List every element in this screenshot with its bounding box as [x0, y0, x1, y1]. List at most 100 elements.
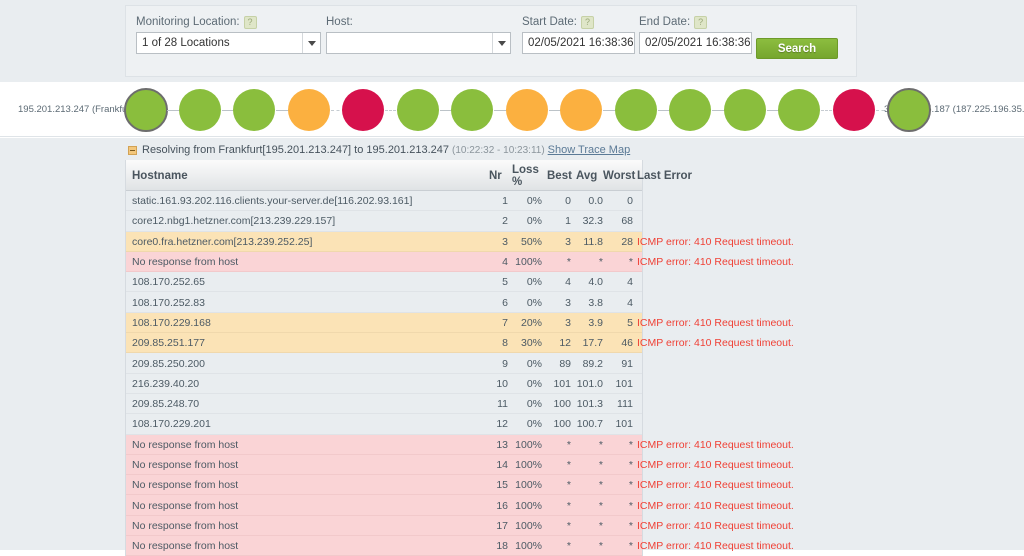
cell-best: 100 — [547, 414, 571, 434]
resolve-time-range: (10:22:32 - 10:23:11) — [452, 145, 545, 156]
cell-nr: 10 — [486, 374, 508, 394]
trace-node-green[interactable] — [397, 89, 439, 131]
cell-avg: 0.0 — [575, 191, 603, 211]
trace-node-red[interactable] — [833, 89, 875, 131]
column-header-last-error[interactable]: Last Error — [637, 160, 757, 191]
cell-avg: * — [575, 495, 603, 515]
search-panel: Monitoring Location: 1 of 28 Locations H… — [125, 5, 857, 77]
cell-avg: 3.9 — [575, 313, 603, 333]
cell-loss: 0% — [512, 353, 542, 373]
cell-hostname: static.161.93.202.116.clients.your-serve… — [132, 191, 362, 211]
start-date-value: 02/05/2021 16:38:36 — [528, 37, 634, 49]
cell-best: * — [547, 536, 571, 556]
cell-best: * — [547, 475, 571, 495]
cell-best: 4 — [547, 272, 571, 292]
cell-nr: 6 — [486, 292, 508, 312]
cell-last-error: ICMP error: 410 Request timeout. — [637, 333, 782, 353]
trace-node-green[interactable] — [669, 89, 711, 131]
chevron-down-icon[interactable] — [302, 33, 320, 53]
search-button[interactable]: Search — [756, 38, 838, 59]
table-row[interactable]: core0.fra.hetzner.com[213.239.252.25]350… — [126, 232, 642, 252]
chevron-down-icon[interactable] — [492, 33, 510, 53]
trace-node-green[interactable] — [724, 89, 766, 131]
cell-avg: 100.7 — [575, 414, 603, 434]
column-header-worst[interactable]: Worst — [603, 160, 639, 191]
table-row[interactable]: static.161.93.202.116.clients.your-serve… — [126, 191, 642, 211]
table-row[interactable]: No response from host14100%***ICMP error… — [126, 455, 642, 475]
table-row[interactable]: No response from host15100%***ICMP error… — [126, 475, 642, 495]
minus-box-icon[interactable] — [128, 146, 137, 155]
start-date-label-text: Start Date: — [522, 16, 577, 28]
start-date-input[interactable]: 02/05/2021 16:38:36 — [522, 32, 635, 54]
table-row[interactable]: 216.239.40.20100%101101.0101 — [126, 374, 642, 394]
cell-nr: 3 — [486, 232, 508, 252]
table-row[interactable]: core12.nbg1.hetzner.com[213.239.229.157]… — [126, 211, 642, 231]
cell-worst: 0 — [607, 191, 633, 211]
table-row[interactable]: 209.85.250.20090%8989.291 — [126, 353, 642, 373]
cell-last-error — [637, 292, 782, 312]
top-toolbar-zone: Monitoring Location: 1 of 28 Locations H… — [0, 0, 1024, 82]
table-row[interactable]: 209.85.251.177830%1217.746ICMP error: 41… — [126, 333, 642, 353]
table-row[interactable]: 108.170.252.6550%44.04 — [126, 272, 642, 292]
cell-avg: * — [575, 455, 603, 475]
cell-loss: 0% — [512, 191, 542, 211]
table-row[interactable]: No response from host17100%***ICMP error… — [126, 516, 642, 536]
cell-last-error: ICMP error: 410 Request timeout. — [637, 232, 782, 252]
end-date-input[interactable]: 02/05/2021 16:38:36 — [639, 32, 752, 54]
trace-node-green[interactable] — [615, 89, 657, 131]
trace-node-green[interactable] — [124, 88, 168, 132]
cell-hostname: No response from host — [132, 516, 362, 536]
cell-nr: 5 — [486, 272, 508, 292]
table-row[interactable]: No response from host4100%***ICMP error:… — [126, 252, 642, 272]
monitoring-location-select[interactable]: 1 of 28 Locations — [136, 32, 321, 54]
cell-worst: 46 — [607, 333, 633, 353]
trace-node-green[interactable] — [451, 89, 493, 131]
table-row[interactable]: No response from host18100%***ICMP error… — [126, 536, 642, 556]
cell-nr: 16 — [486, 495, 508, 515]
trace-node-orange[interactable] — [506, 89, 548, 131]
host-select[interactable] — [326, 32, 511, 54]
trace-node-green[interactable] — [233, 89, 275, 131]
trace-node-green[interactable] — [778, 89, 820, 131]
cell-loss: 100% — [512, 475, 542, 495]
help-icon[interactable] — [581, 16, 594, 29]
cell-worst: * — [607, 516, 633, 536]
help-icon[interactable] — [694, 16, 707, 29]
cell-best: * — [547, 435, 571, 455]
cell-hostname: 209.85.250.200 — [132, 353, 362, 373]
help-icon[interactable] — [244, 16, 257, 29]
cell-hostname: core12.nbg1.hetzner.com[213.239.229.157] — [132, 211, 362, 231]
column-header-loss[interactable]: Loss % — [512, 160, 552, 191]
show-trace-map-link[interactable]: Show Trace Map — [548, 144, 631, 156]
table-row[interactable]: 209.85.248.70110%100101.3111 — [126, 394, 642, 414]
cell-avg: 32.3 — [575, 211, 603, 231]
cell-loss: 100% — [512, 252, 542, 272]
cell-avg: * — [575, 435, 603, 455]
trace-node-green[interactable] — [887, 88, 931, 132]
table-row[interactable]: No response from host13100%***ICMP error… — [126, 435, 642, 455]
cell-hostname: 209.85.251.177 — [132, 333, 362, 353]
cell-last-error — [637, 211, 782, 231]
trace-node-orange[interactable] — [560, 89, 602, 131]
trace-node-red[interactable] — [342, 89, 384, 131]
cell-worst: 5 — [607, 313, 633, 333]
column-header-hostname[interactable]: Hostname — [132, 160, 362, 191]
column-header-avg[interactable]: Avg — [576, 160, 604, 191]
trace-node-orange[interactable] — [288, 89, 330, 131]
table-row[interactable]: 108.170.229.168720%33.95ICMP error: 410 … — [126, 313, 642, 333]
trace-node-green[interactable] — [179, 89, 221, 131]
monitoring-location-field: Monitoring Location: 1 of 28 Locations — [136, 15, 321, 54]
column-header-best[interactable]: Best — [547, 160, 577, 191]
table-row[interactable]: 108.170.229.201120%100100.7101 — [126, 414, 642, 434]
cell-nr: 2 — [486, 211, 508, 231]
cell-worst: * — [607, 536, 633, 556]
cell-last-error — [637, 272, 782, 292]
cell-hostname: No response from host — [132, 455, 362, 475]
column-header-nr[interactable]: Nr — [489, 160, 511, 191]
cell-nr: 18 — [486, 536, 508, 556]
cell-hostname: 216.239.40.20 — [132, 374, 362, 394]
table-row[interactable]: 108.170.252.8360%33.84 — [126, 292, 642, 312]
cell-last-error — [637, 414, 782, 434]
table-row[interactable]: No response from host16100%***ICMP error… — [126, 495, 642, 515]
cell-last-error — [637, 394, 782, 414]
